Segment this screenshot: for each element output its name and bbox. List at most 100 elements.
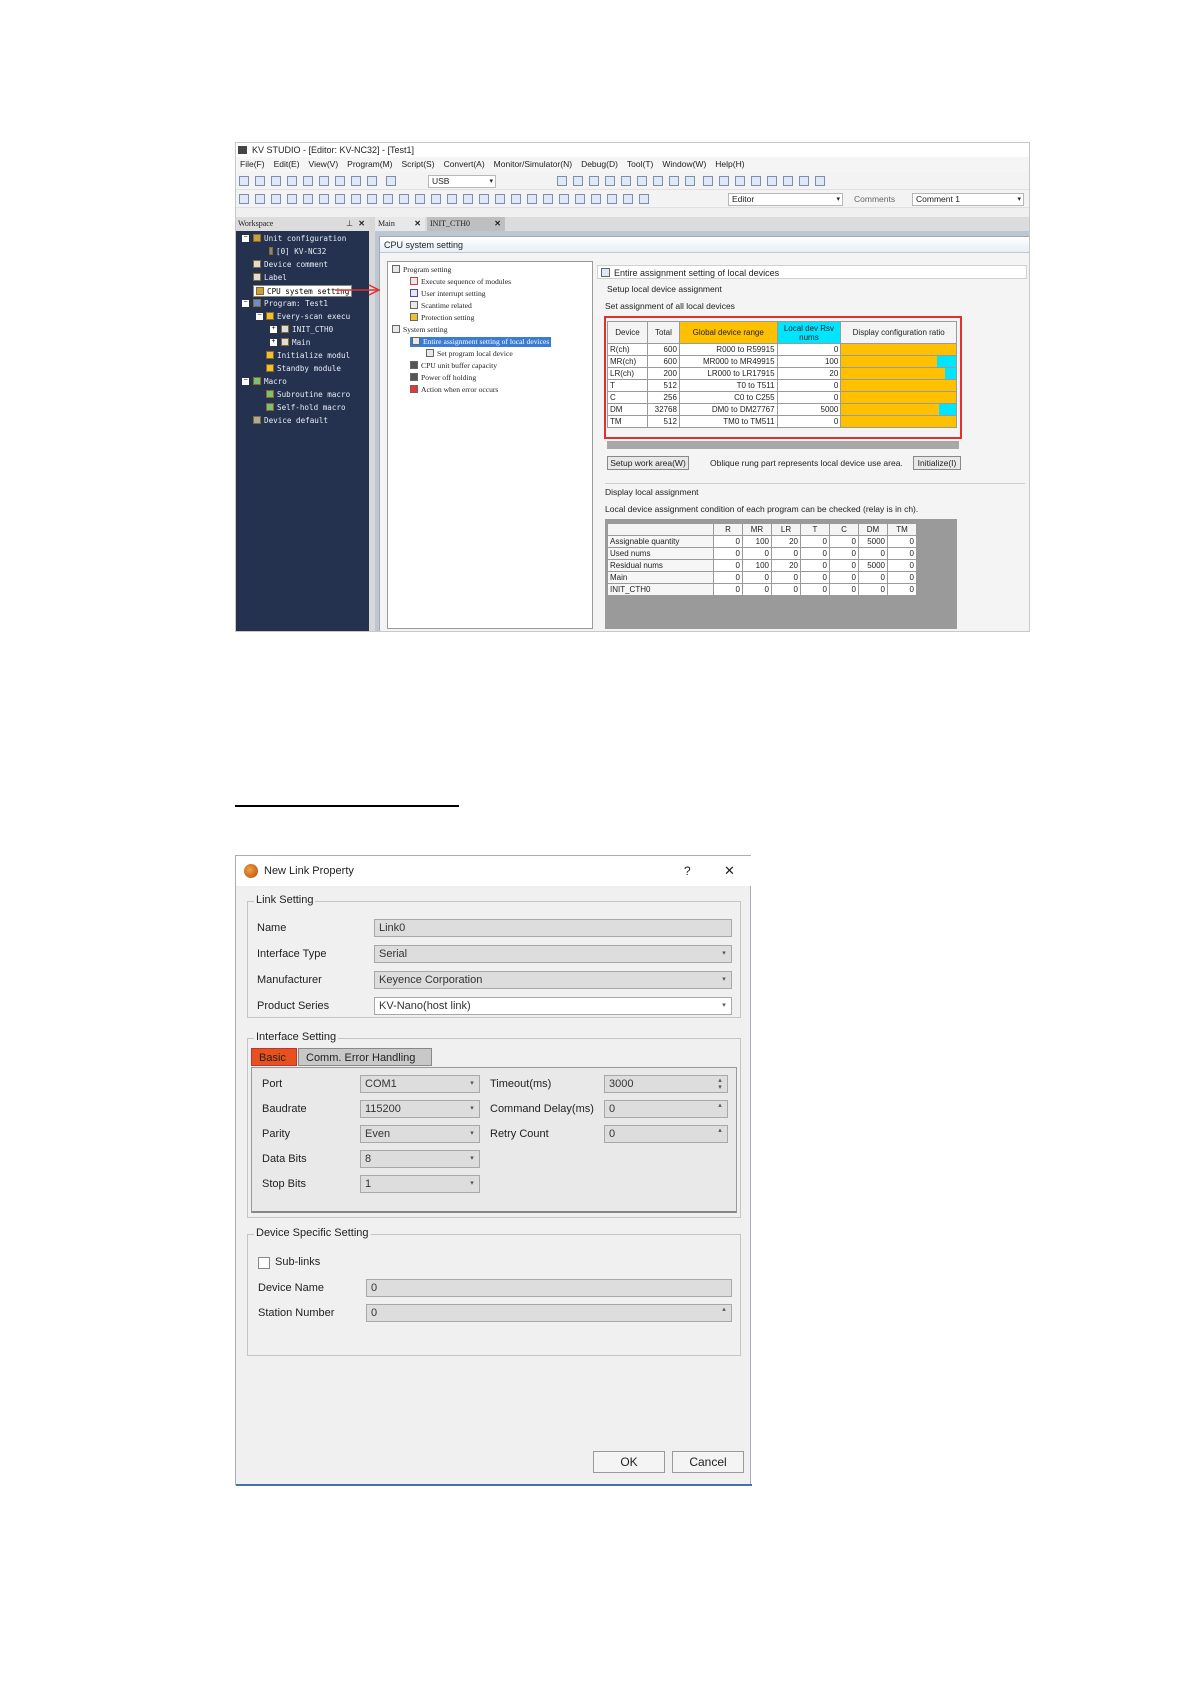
menu-edit[interactable]: Edit(E): [272, 157, 307, 172]
ws-item-label[interactable]: Label: [253, 272, 287, 284]
tree-icon[interactable]: [367, 194, 377, 204]
spin-icon[interactable]: ▴: [714, 1102, 726, 1116]
close-icon[interactable]: ✕: [414, 217, 421, 231]
open-folder-icon[interactable]: [255, 176, 265, 186]
tree-item-set-program-local[interactable]: Set program local device: [426, 349, 513, 359]
function-icon[interactable]: [767, 176, 778, 186]
retry-count-stepper[interactable]: 0 ▴: [604, 1125, 728, 1143]
spin-icon[interactable]: ▴ ▾: [714, 1077, 726, 1091]
record-icon[interactable]: [383, 194, 393, 204]
menu-tool[interactable]: Tool(T): [625, 157, 660, 172]
tree-item-system-setting[interactable]: System setting: [392, 325, 448, 335]
ws-item-subroutine-macro[interactable]: Subroutine macro: [266, 389, 350, 401]
ws-item-device-default[interactable]: Device default: [253, 415, 328, 427]
ws-item-standby-module[interactable]: Standby module: [266, 363, 341, 375]
scrollbar-h[interactable]: [607, 441, 959, 449]
sub-links-checkbox[interactable]: [258, 1257, 270, 1269]
editor-mode-combo[interactable]: Editor: [728, 193, 843, 206]
new-file-icon[interactable]: [239, 176, 249, 186]
tab-init-cth0[interactable]: INIT_CTH0 ✕: [427, 217, 505, 231]
timer-icon[interactable]: [623, 194, 633, 204]
step-back-icon[interactable]: [495, 194, 505, 204]
hand-icon[interactable]: [591, 194, 601, 204]
print-icon[interactable]: [335, 176, 345, 186]
step-up-icon[interactable]: [479, 194, 489, 204]
fast-forward-icon[interactable]: [543, 194, 553, 204]
expand-icon[interactable]: +: [270, 325, 277, 333]
pin-icon[interactable]: ⊥: [346, 217, 353, 231]
expand-icon[interactable]: +: [270, 338, 277, 346]
ws-item-self-hold-macro[interactable]: Self-hold macro: [266, 402, 346, 414]
ws-item-program[interactable]: Program: Test1: [253, 298, 328, 310]
pause-icon[interactable]: [447, 194, 457, 204]
breakpoint-icon[interactable]: [575, 194, 585, 204]
tree-item-buffer-capacity[interactable]: CPU unit buffer capacity: [410, 361, 497, 371]
stop-bits-select[interactable]: 1 ▾: [360, 1175, 480, 1193]
close-icon[interactable]: ✕: [724, 856, 735, 886]
tree-item-execute-sequence[interactable]: Execute sequence of modules: [410, 277, 511, 287]
ws-item-every-scan[interactable]: Every-scan execu: [266, 311, 350, 323]
menu-file[interactable]: File(F): [238, 157, 272, 172]
menu-script[interactable]: Script(S): [400, 157, 442, 172]
step-icon[interactable]: [511, 194, 521, 204]
arrow-right-icon[interactable]: [559, 194, 569, 204]
parity-select[interactable]: Even ▾: [360, 1125, 480, 1143]
tab-main[interactable]: Main ✕: [375, 217, 425, 231]
device-name-field[interactable]: 0: [366, 1279, 732, 1297]
chevron-down-icon[interactable]: ▾: [466, 1102, 478, 1116]
print-preview-icon[interactable]: [303, 176, 313, 186]
tree-item-action-on-error[interactable]: Action when error occurs: [410, 385, 498, 395]
plc-connection-icon[interactable]: [385, 176, 396, 186]
menu-debug[interactable]: Debug(D): [579, 157, 625, 172]
product-series-select[interactable]: KV-Nano(host link) ▾: [374, 997, 732, 1015]
tab-basic[interactable]: Basic: [251, 1048, 297, 1066]
menu-help[interactable]: Help(H): [713, 157, 751, 172]
list-number-icon[interactable]: [271, 194, 281, 204]
interface-type-select[interactable]: Serial ▾: [374, 945, 732, 963]
menu-program[interactable]: Program(M): [345, 157, 399, 172]
command-delay-stepper[interactable]: 0 ▴: [604, 1100, 728, 1118]
edge-icon[interactable]: [815, 176, 826, 186]
device-icon[interactable]: [303, 194, 313, 204]
grid-icon[interactable]: [652, 176, 663, 186]
help-icon[interactable]: ?: [684, 856, 691, 886]
calc-icon[interactable]: [684, 176, 695, 186]
menu-window[interactable]: Window(W): [660, 157, 713, 172]
station-number-stepper[interactable]: 0 ▴: [366, 1304, 732, 1322]
contact-b-icon[interactable]: [719, 176, 730, 186]
chevron-down-icon[interactable]: ▾: [466, 1127, 478, 1141]
table-icon[interactable]: [319, 194, 329, 204]
menu-view[interactable]: View(V): [307, 157, 346, 172]
chart-icon[interactable]: [636, 176, 647, 186]
save-icon[interactable]: [271, 176, 281, 186]
bookmark-icon[interactable]: [607, 194, 617, 204]
tree-item-scantime[interactable]: Scantime related: [410, 301, 472, 311]
coil-icon[interactable]: [735, 176, 746, 186]
play-icon[interactable]: [415, 194, 425, 204]
setup-work-area-button[interactable]: Setup work area(W): [607, 456, 689, 470]
link-icon[interactable]: [351, 194, 361, 204]
ws-item-kv-nc32[interactable]: [0] KV-NC32: [269, 246, 326, 258]
chevron-down-icon[interactable]: ▾: [718, 947, 730, 961]
verify-icon[interactable]: [588, 176, 599, 186]
circle-icon[interactable]: [399, 194, 409, 204]
ok-button[interactable]: OK: [593, 1451, 665, 1473]
window-icon[interactable]: [668, 176, 679, 186]
list-icon[interactable]: [255, 194, 265, 204]
copy-icon[interactable]: [319, 176, 329, 186]
connection-combo[interactable]: USB: [428, 175, 496, 188]
tab-comm-error-handling[interactable]: Comm. Error Handling: [298, 1048, 432, 1066]
ws-item-main[interactable]: Main: [281, 337, 310, 349]
collapse-icon[interactable]: −: [242, 234, 249, 242]
contact-a-icon[interactable]: [703, 176, 714, 186]
chevron-down-icon[interactable]: ▾: [718, 999, 730, 1013]
tree-item-entire-assignment[interactable]: Entire assignment setting of local devic…: [410, 337, 552, 347]
ws-item-initialize-module[interactable]: Initialize modul: [266, 350, 350, 362]
branch-icon[interactable]: [799, 176, 810, 186]
transfer-icon[interactable]: [556, 176, 567, 186]
comments-combo[interactable]: Comment 1: [912, 193, 1024, 206]
ws-item-device-comment[interactable]: Device comment: [253, 259, 328, 271]
ws-item-macro[interactable]: Macro: [253, 376, 287, 388]
collapse-icon[interactable]: −: [256, 312, 263, 320]
chevron-down-icon[interactable]: ▾: [466, 1177, 478, 1191]
